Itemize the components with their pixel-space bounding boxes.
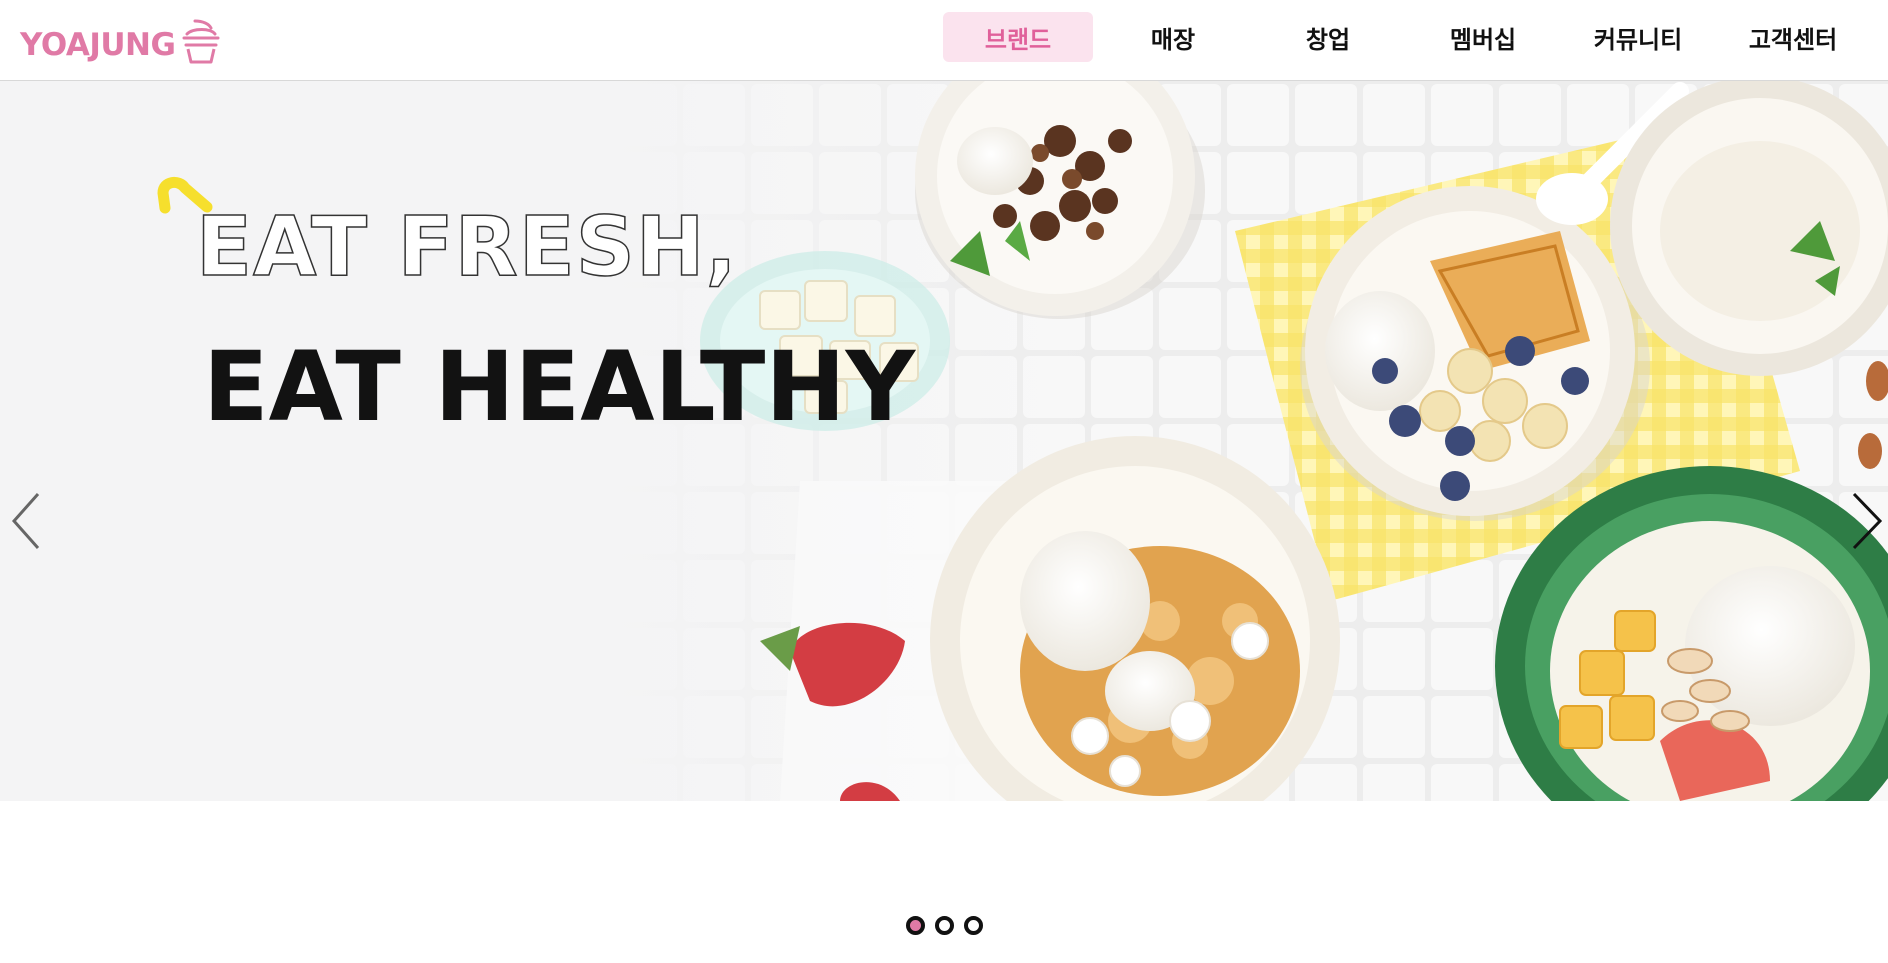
nav-community[interactable]: 커뮤니티 [1563, 12, 1713, 62]
chevron-right-icon[interactable] [1846, 486, 1886, 556]
pagination-dot-2[interactable] [934, 916, 954, 935]
slider-pagination [0, 916, 1888, 940]
logo-text: YOAJUNG [20, 27, 176, 63]
nav-membership[interactable]: 멤버십 [1408, 12, 1558, 62]
hero-headline-outline: EAT FRESH, [195, 200, 738, 295]
nav-brand[interactable]: 브랜드 [943, 12, 1093, 62]
nav-customer-center[interactable]: 고객센터 [1718, 12, 1868, 62]
nav-franchise[interactable]: 창업 [1253, 12, 1403, 62]
nav-store[interactable]: 매장 [1098, 12, 1248, 62]
chevron-left-icon[interactable] [8, 486, 48, 556]
yoajung-logo[interactable]: YOAJUNG [20, 14, 221, 64]
main-nav: 브랜드 매장 창업 멤버십 커뮤니티 고객센터 [943, 12, 1873, 62]
site-header: YOAJUNG 브랜드 매장 창업 멤버십 커뮤니티 고객센터 [0, 0, 1888, 81]
pagination-dot-1[interactable] [905, 916, 925, 935]
pagination-dot-3[interactable] [963, 916, 983, 935]
frozen-yogurt-cup-icon [182, 19, 220, 64]
hero-slider: EAT FRESH, EAT HEALTHY [0, 81, 1888, 801]
hero-headline-main: EAT HEALTHY [203, 331, 916, 443]
